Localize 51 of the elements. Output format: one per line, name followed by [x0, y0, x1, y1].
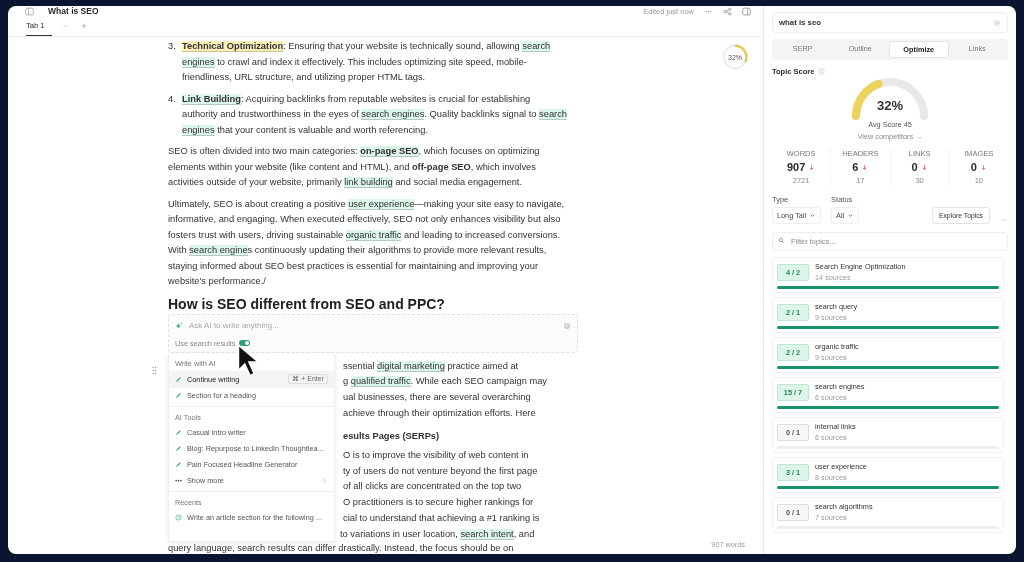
sparkle-icon	[175, 321, 183, 330]
text-line: cial to understand that achieving a #1 ranking is	[343, 511, 541, 525]
text-line: achieve through their optimization efforts. Here	[343, 406, 537, 420]
list-item-text: Link Building: Acquiring backlinks from reputable websites is crucial for establishing authority and trustworthiness in the eyes of search engines. Quality backlinks signal to search engines that your content is valuable and worth referencing.	[182, 92, 568, 138]
info-icon[interactable]	[818, 68, 826, 75]
chevron-down-icon	[847, 212, 855, 219]
clock-icon	[175, 514, 182, 521]
document-title: What is SEO	[48, 6, 99, 16]
ai-prompt-input[interactable]: Ask AI to write anything...	[189, 321, 557, 330]
panel-toggle-icon[interactable]	[742, 6, 751, 16]
pencil-icon	[175, 461, 182, 468]
sidebar-toggle-icon[interactable]	[25, 6, 34, 16]
search-results-toggle[interactable]	[239, 340, 251, 346]
text-line: O practitioners is to secure higher rankings for	[343, 496, 535, 510]
settings-icon[interactable]	[993, 18, 1001, 27]
subheading: esults Pages (SERPs)	[343, 430, 441, 444]
list-item-text: Technical Optimization: Ensuring that your website is technically sound, allowing search engines to crawl and index it effectively. This includes optimizing site speed, mobile-friendliness, URL structure, and utilizing proper HTML tags.	[182, 40, 552, 84]
add-tab-icon[interactable]	[80, 22, 89, 30]
stat-value: 0	[911, 161, 918, 173]
pencil-icon	[175, 375, 182, 383]
down-arrow-icon	[808, 163, 816, 171]
down-arrow-icon	[979, 163, 987, 171]
text-line: O is to improve the visibility of web content in	[343, 449, 530, 462]
text-line: ssential digital marketing practice aimed at	[343, 359, 520, 374]
down-arrow-icon	[861, 163, 869, 171]
pencil-icon	[175, 445, 182, 452]
stat-value: 6	[852, 161, 859, 173]
pencil-icon	[175, 392, 182, 399]
score-value: 32%	[876, 98, 904, 113]
search-icon	[778, 237, 785, 244]
section-heading: How is SEO different from SEO and PPC?	[168, 295, 446, 312]
pencil-icon	[175, 429, 182, 436]
text-line: of all clicks are concentrated on the top two	[343, 480, 523, 494]
score-ring-icon	[721, 43, 749, 71]
text-line: g qualified traffic. While each SEO campaign may	[343, 375, 547, 390]
share-icon[interactable]	[723, 6, 732, 16]
text-line: query language, search results can differ drastically. Instead, the focus should be on	[168, 542, 514, 554]
stat-value: 0	[970, 161, 977, 173]
text-line: ty of users do not venture beyond the first page	[343, 464, 539, 478]
chevron-right-icon	[321, 477, 328, 484]
drag-handle-icon[interactable]	[152, 365, 157, 375]
send-icon[interactable]	[563, 321, 571, 330]
down-arrow-icon	[920, 163, 928, 171]
list-number: 3.	[168, 40, 177, 53]
text-line: to variations in user location, search intent, and	[340, 527, 536, 542]
list-number: 4.	[168, 92, 177, 106]
paragraph: SEO is often divided into two main categories: on-page SEO, which focuses on optimizing elements within your website (like content and HTML), and off-page SEO, which involves activities outside of your website, primarily link building and social media engagement.	[168, 145, 541, 190]
stat-value: 907	[786, 161, 806, 173]
paragraph: Ultimately, SEO is about creating a positive user experience—making your site easy to navigate, informative, and engaging. When executed effectively, SEO not only enhances visibility but also fosters trust with users, driving sustainable organic traffic and leading to increased conversions. With search engines continuously updating their algorithms to provide more relevant results, staying informed about SEO best practices is essential for maintaining and improving your website's performance./	[168, 197, 566, 288]
chevron-down-icon	[809, 212, 817, 219]
text-line: ual businesses, there are several overarching	[343, 390, 532, 404]
